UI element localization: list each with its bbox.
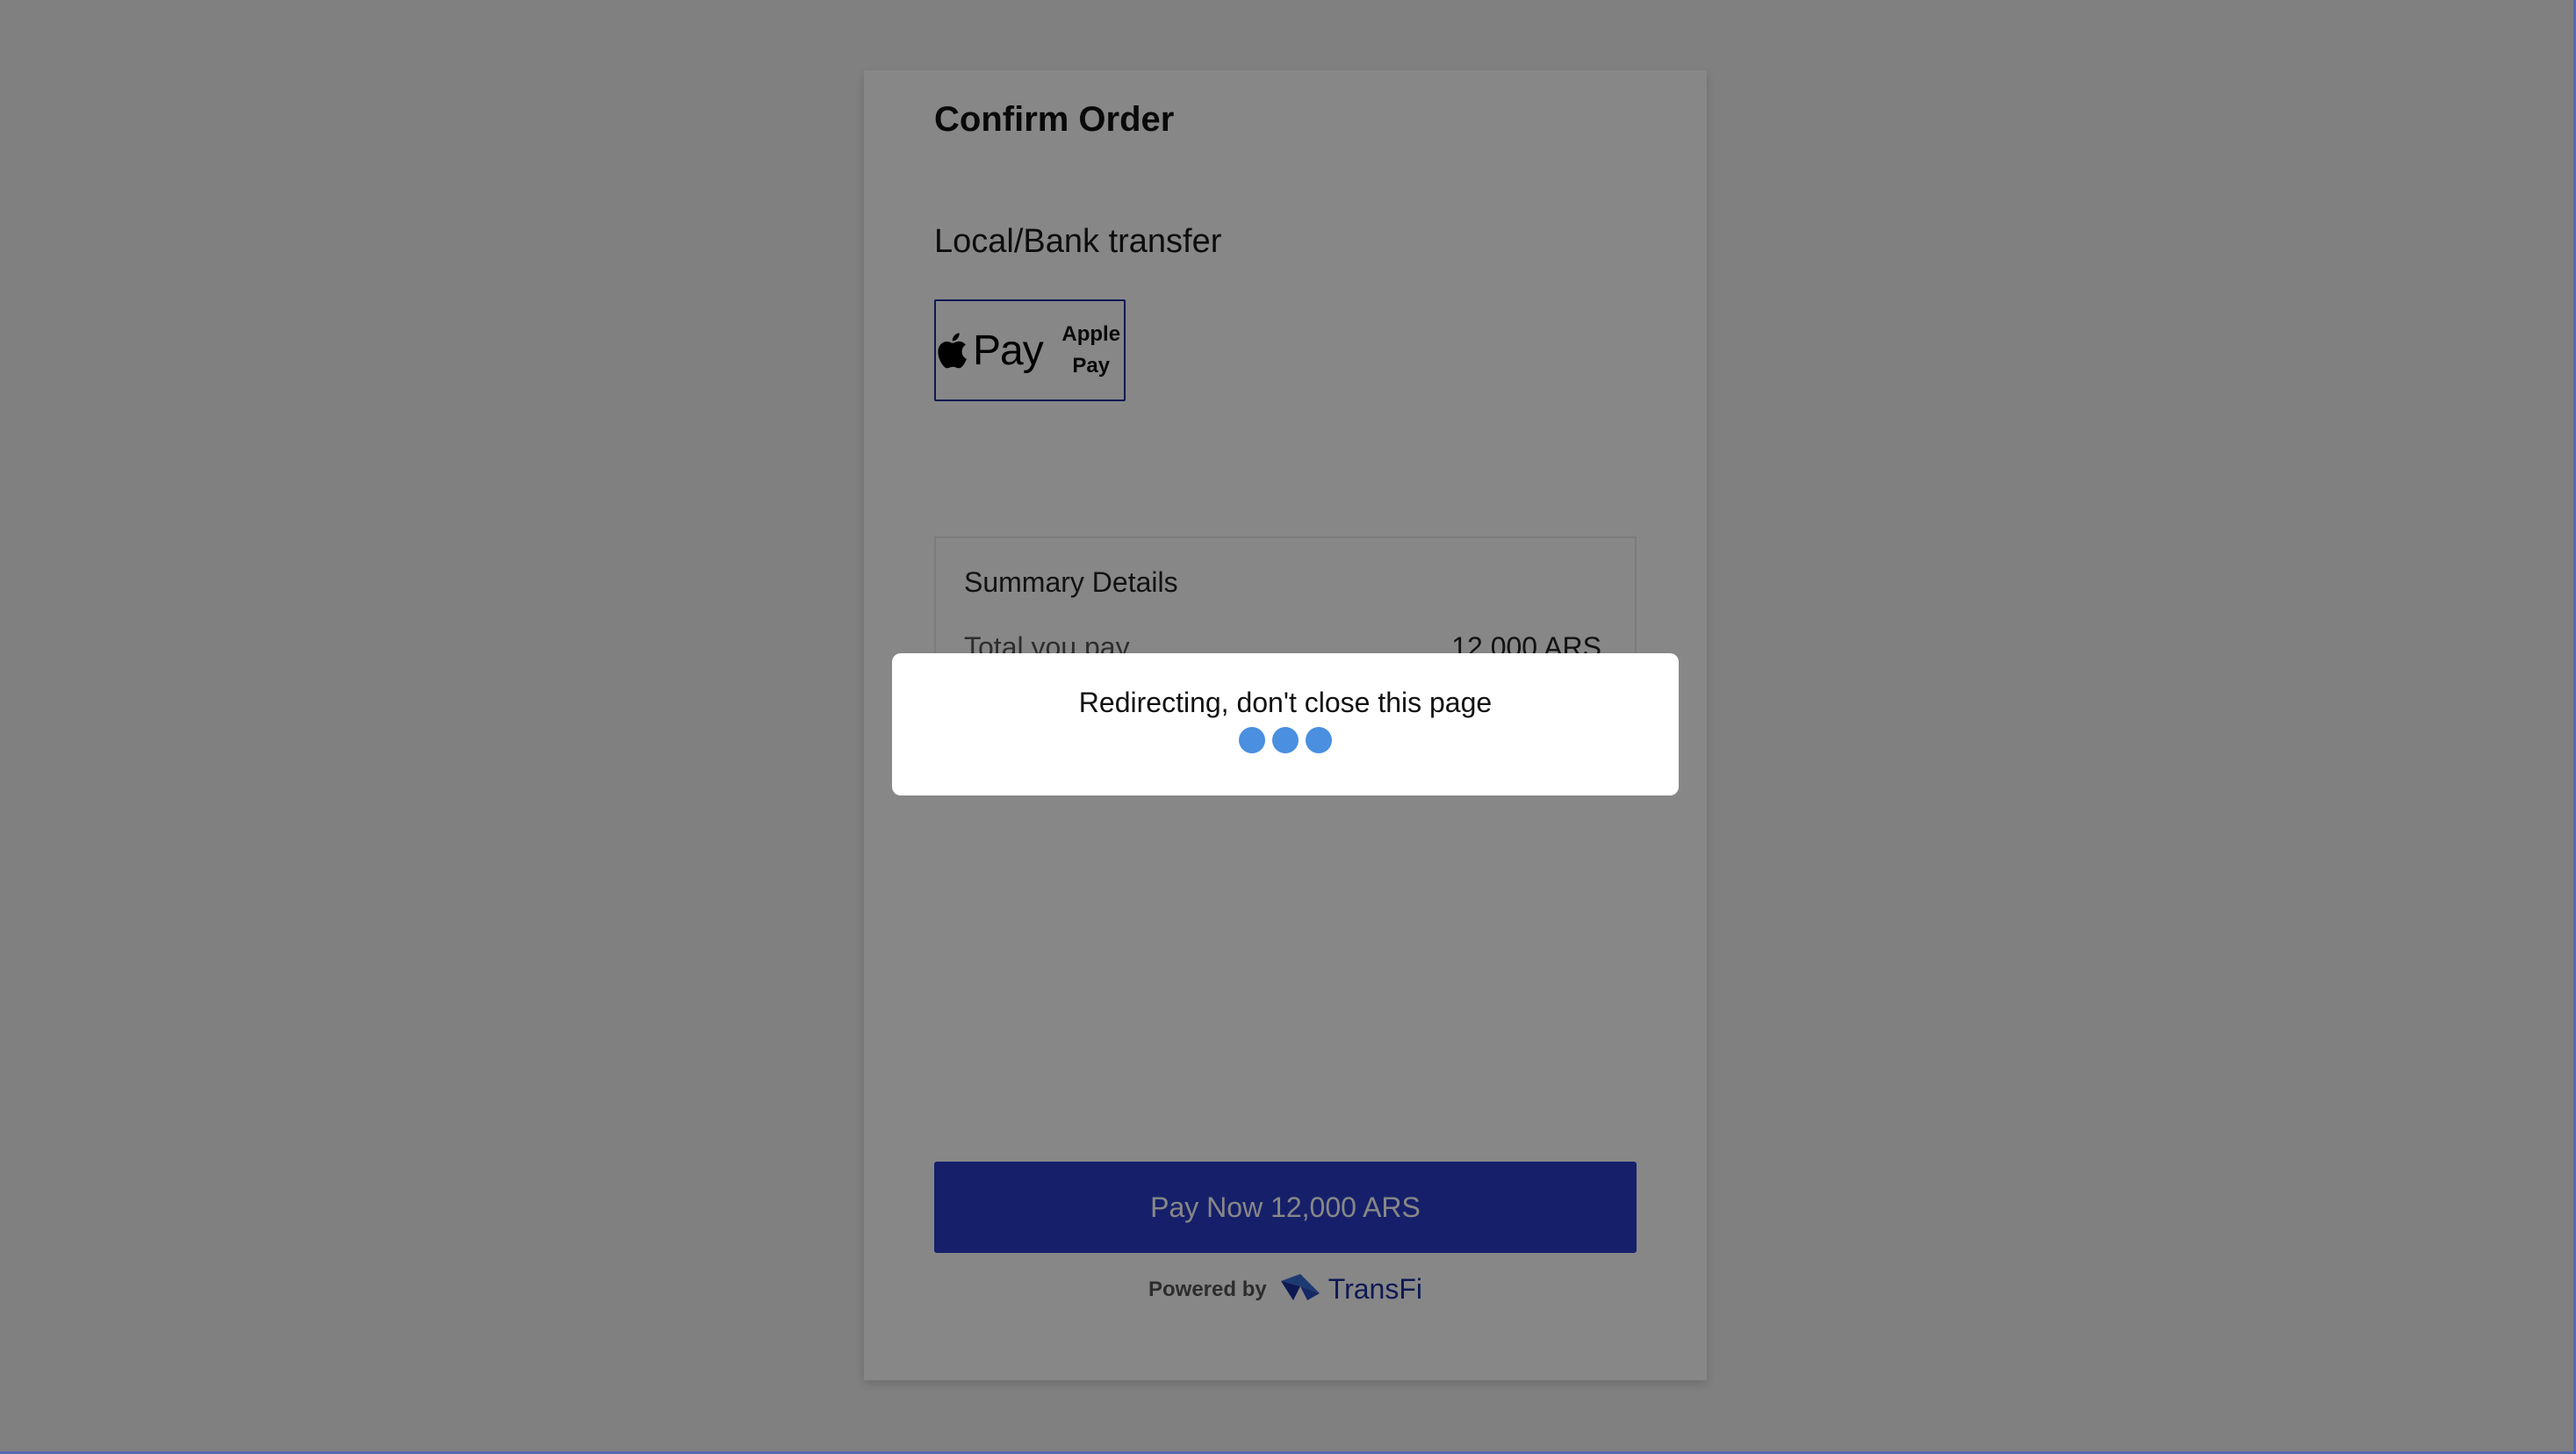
loading-dot [1239,727,1265,753]
redirect-message: Redirecting, don't close this page [1078,687,1493,718]
loading-indicator [892,727,1679,753]
loading-dot [1306,727,1332,753]
loading-dot [1272,727,1299,753]
redirect-modal: Redirecting, don't close this page [892,653,1679,795]
